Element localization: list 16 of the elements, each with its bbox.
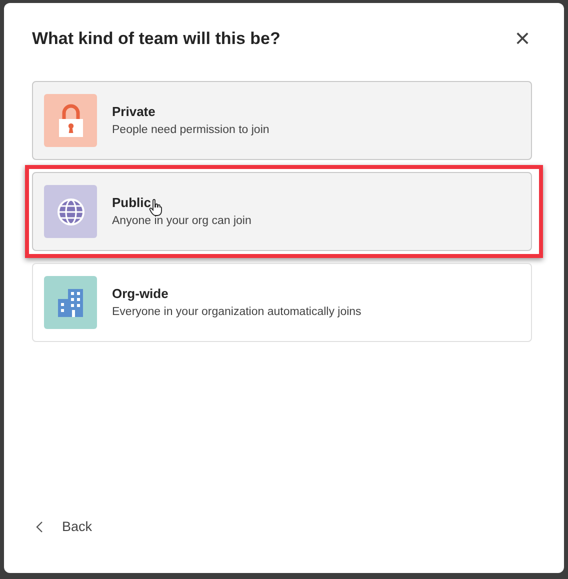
option-description: Anyone in your org can join (112, 214, 252, 229)
building-icon (56, 288, 84, 318)
option-title: Public (112, 194, 152, 212)
team-type-option[interactable]: Org-wide Everyone in your organization automatically joins (32, 263, 532, 342)
team-type-option[interactable]: Private People need permission to join (32, 81, 532, 160)
option-title: Private (112, 103, 156, 122)
option-description: People need permission to join (112, 122, 270, 138)
close-button[interactable]: × (512, 25, 532, 51)
globe-icon (56, 198, 84, 226)
option-description: Everyone in your organization automatically joins (112, 304, 362, 320)
lock-icon (58, 104, 84, 138)
dialog-title: What kind of team will this be? (32, 29, 280, 50)
team-type-option[interactable]: Public Anyone in your org can join (32, 172, 532, 251)
chevron-left-icon (36, 520, 44, 533)
option-title: Org-wide (112, 285, 170, 304)
back-button[interactable]: Back (32, 516, 96, 537)
